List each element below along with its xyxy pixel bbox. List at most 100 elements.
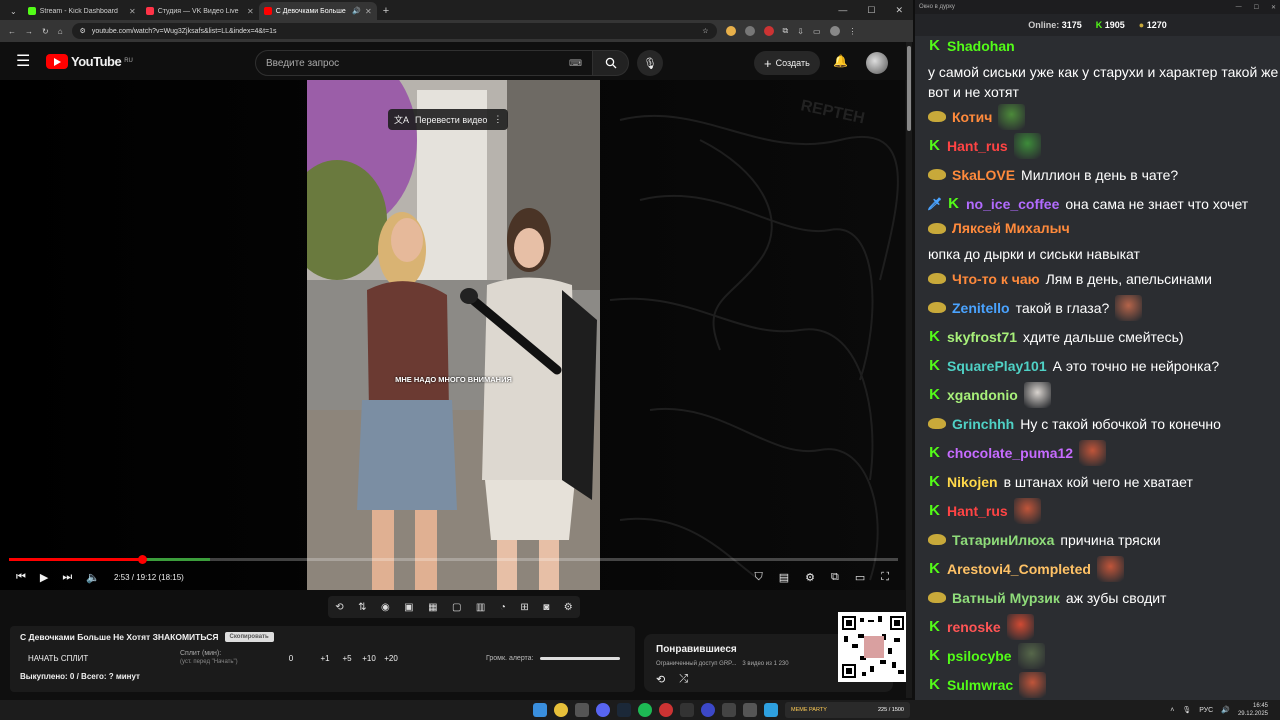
app-icon[interactable] [743,703,757,717]
close-tab-icon[interactable]: ✕ [365,7,372,16]
start-windows-icon[interactable] [533,703,547,717]
video-frame[interactable]: МНЕ НАДО МНОГО ВНИМАНИЯ [307,80,600,590]
toolbar-settings-icon[interactable]: ⚙ [564,602,573,613]
explorer-icon[interactable] [575,703,589,717]
back-icon[interactable]: ← [8,27,16,36]
browser-menu-icon[interactable]: ⋮ [849,27,857,36]
search-button[interactable] [593,50,629,76]
download-icon[interactable]: ⇩ [797,27,804,36]
close-window-icon[interactable]: ✕ [895,5,903,16]
repeat-icon[interactable]: ⟲ [656,673,665,686]
increment-button[interactable]: +1 [314,654,336,663]
chat-username[interactable]: Shadohan [947,36,1015,56]
increment-button[interactable]: +5 [336,654,358,663]
chat-username[interactable]: Nikojen [947,472,998,492]
discord-icon[interactable] [596,703,610,717]
chat-username[interactable]: chocolate_puma12 [947,443,1073,463]
more-options-icon[interactable]: ⋮ [493,114,502,125]
start-split-button[interactable]: НАЧАТЬ СПЛИТ [28,654,108,663]
chat-username[interactable]: xgandonio [947,385,1018,405]
extension-icon[interactable] [725,26,736,36]
page-scrollbar[interactable] [906,42,912,698]
audio-wave-icon[interactable]: ◉ [381,602,390,613]
audio-playing-icon[interactable]: 🔊 [352,7,361,15]
chat-username[interactable]: ТатаринИлюха [952,530,1054,550]
tab-youtube-video[interactable]: С Девочками Больше Не 🔊 ✕ [258,2,377,20]
tab-search-icon[interactable]: ⌄ [4,7,23,20]
add-frame-icon[interactable]: ⊞ [520,602,528,613]
forward-icon[interactable]: → [25,27,33,36]
maximize-icon[interactable]: ☐ [867,5,875,16]
hamburger-menu-icon[interactable]: ☰ [16,51,36,71]
film-icon[interactable]: ▦ [428,602,437,613]
chat-username[interactable]: Sulmwrac [947,675,1013,695]
new-tab-icon[interactable]: + [377,5,395,20]
increment-button[interactable]: +10 [358,654,380,663]
volume-icon[interactable]: 🔈 [86,571,100,584]
avatar[interactable] [866,52,888,74]
address-bar[interactable]: ⚙ youtube.com/watch?v=Wug3Zjksafs&list=L… [71,23,717,39]
chat-username[interactable]: SkaLOVE [952,165,1015,185]
create-button[interactable]: + Создать [754,51,820,75]
voice-search-button[interactable]: 🎙 [637,50,663,76]
search-input[interactable]: Введите запрос ⌨ [255,50,593,76]
clock[interactable]: 16:45 29.12.2025 [1238,702,1268,718]
chat-username[interactable]: Ватный Мурзик [952,588,1060,608]
media-player-icon[interactable] [701,703,715,717]
chat-username[interactable]: Arestovi4_Completed [947,559,1091,579]
cinema-icon[interactable]: ▢ [452,602,461,613]
steam-icon[interactable] [617,703,631,717]
previous-icon[interactable]: ⏮ [16,571,26,584]
chat-username[interactable]: psilocybe [947,646,1012,666]
tray-chevron-icon[interactable]: ˄ [1170,707,1174,714]
close-tab-icon[interactable]: ✕ [129,7,136,16]
chat-username[interactable]: Hant_rus [947,136,1008,156]
chat-username[interactable]: Что-то к чаю [952,269,1040,289]
chat-username[interactable]: SquarePlay101 [947,356,1047,376]
bookmark-star-icon[interactable]: ☆ [702,27,708,35]
language-indicator[interactable]: РУС [1199,707,1213,714]
chat-username[interactable]: skyfrost71 [947,327,1017,347]
subtitles-icon[interactable]: ▤ [779,571,789,584]
settings-gear-icon[interactable]: ⚙ [805,571,815,584]
theater-mode-icon[interactable]: ▭ [855,571,865,584]
chat-username[interactable]: Grinchhh [952,414,1014,434]
progress-bar[interactable] [9,555,898,564]
app-icon[interactable] [722,703,736,717]
speaker-tray-icon[interactable]: 🔊 [1221,706,1230,714]
site-info-icon[interactable]: ⚙ [80,27,86,35]
chat-username[interactable]: Hant_rus [947,501,1008,521]
camera-icon[interactable]: ◙ [543,602,549,613]
grid-icon[interactable]: ▥ [476,602,485,613]
profile-icon[interactable] [829,26,840,36]
sort-icon[interactable]: ⇅ [358,602,366,613]
tab-vk-studio[interactable]: Студия — VK Видео Live ✕ [141,2,259,20]
spotify-icon[interactable] [638,703,652,717]
speed-icon[interactable]: ◔ [500,602,506,613]
shuffle-icon[interactable]: ⤮ [679,673,688,686]
video-player[interactable]: REPTEH МНЕ НАДО МНОГО ВНИМАНИЯ 文A Переве… [0,80,905,590]
sponsorblock-shield-icon[interactable]: ⛉ [755,571,763,584]
meme-party-widget[interactable]: MEME PARTY 225 / 1500 [785,702,910,718]
alert-volume-slider[interactable] [539,656,620,660]
extensions-puzzle-icon[interactable]: ⧉ [783,26,789,36]
chat-username[interactable]: Ляксей Михалыч [952,218,1070,238]
chat-username[interactable]: Zenitello [952,298,1010,318]
home-icon[interactable]: ⌂ [58,27,63,36]
loop-icon[interactable]: ⟲ [335,602,343,613]
reload-icon[interactable]: ↻ [42,27,49,36]
extension-icon[interactable] [763,26,774,36]
chrome-icon[interactable] [554,703,568,717]
scrollbar-thumb[interactable] [907,46,911,131]
keyboard-icon[interactable]: ⌨ [569,58,582,69]
close-tab-icon[interactable]: ✕ [247,7,254,16]
sidebar-icon[interactable]: ▭ [813,27,821,36]
minimize-icon[interactable]: — [1236,4,1242,11]
notifications-bell-icon[interactable]: 🔔 [833,54,848,68]
extension-icon[interactable] [744,26,755,36]
split-value[interactable]: 0 [280,654,302,663]
play-icon[interactable]: ▶ [40,571,48,584]
tab-kick-dashboard[interactable]: Stream - Kick Dashboard ✕ [23,2,141,20]
chat-username[interactable]: no_ice_coffee [966,194,1059,214]
miniplayer-icon[interactable]: ⧉ [831,571,839,584]
